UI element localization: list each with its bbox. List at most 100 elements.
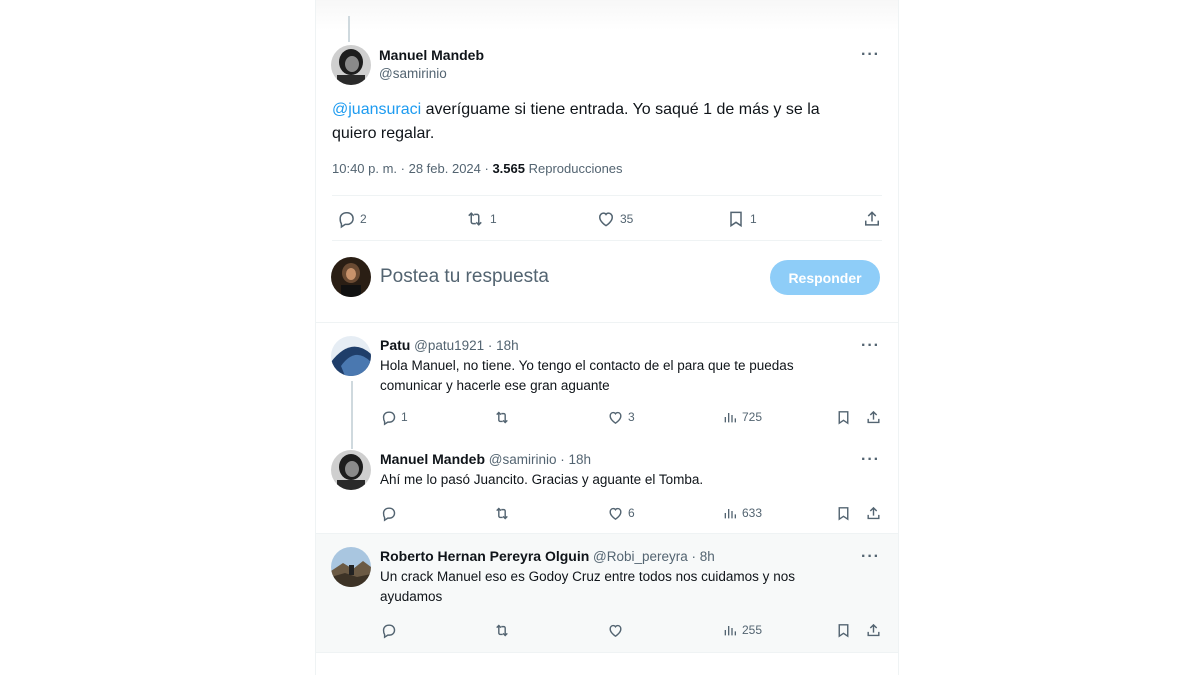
author-avatar[interactable] <box>331 45 371 85</box>
share-button[interactable] <box>862 209 882 229</box>
reply-avatar[interactable] <box>331 336 371 376</box>
share-icon <box>867 506 880 519</box>
views-icon <box>724 413 736 423</box>
reply-handle-time[interactable]: @samirinio · 18h <box>489 452 591 467</box>
like-count: 35 <box>620 212 634 226</box>
views-count: 255 <box>742 623 763 637</box>
reply-actions: 6 633 <box>380 503 882 523</box>
reply-text: Ahí me lo pasó Juancito. Gracias y aguan… <box>380 472 704 487</box>
retweet-button[interactable] <box>493 409 511 426</box>
reply-handle-time[interactable]: @patu1921 · 18h <box>414 338 519 353</box>
reply-handle-time[interactable]: @Robi_pereyra · 8h <box>593 549 715 564</box>
user-avatar[interactable] <box>331 257 371 297</box>
reply-button[interactable]: 2 <box>336 209 367 229</box>
share-button[interactable] <box>865 622 882 639</box>
views-label: Reproducciones <box>524 161 623 176</box>
reply-actions: 1 3 725 <box>380 407 882 427</box>
reply-button[interactable]: 1 <box>380 409 408 426</box>
author-name[interactable]: Manuel Mandeb <box>379 47 484 63</box>
mention-link[interactable]: @juansuraci <box>332 101 421 118</box>
reply-avatar[interactable] <box>331 450 371 490</box>
bookmark-button[interactable] <box>835 622 852 639</box>
views-button[interactable]: 255 <box>722 622 762 638</box>
views-icon <box>724 509 736 519</box>
like-icon <box>609 411 622 424</box>
reply-author-name[interactable]: Patu <box>380 337 410 353</box>
tweet-meta: 10:40 p. m. · 28 feb. 2024 · 3.565 Repro… <box>332 161 623 176</box>
tweet-column: Manuel Mandeb @samirinio ··· @juansuraci… <box>315 0 899 675</box>
bookmark-icon <box>838 410 849 424</box>
reply-submit-button[interactable]: Responder <box>770 260 880 295</box>
retweet-count: 1 <box>490 212 497 226</box>
reply-header: Roberto Hernan Pereyra Olguin @Robi_pere… <box>380 548 715 564</box>
share-icon <box>867 623 880 636</box>
reply-button[interactable] <box>380 505 397 522</box>
retweet-button[interactable] <box>493 505 511 522</box>
reply-count: 1 <box>401 410 408 424</box>
like-count: 3 <box>628 410 635 424</box>
bookmark-count: 1 <box>750 212 757 226</box>
more-icon[interactable]: ··· <box>861 337 880 355</box>
more-icon[interactable]: ··· <box>861 46 880 64</box>
views-button[interactable]: 633 <box>722 505 762 521</box>
divider <box>332 195 882 196</box>
reply-icon <box>339 212 354 229</box>
reply-actions: 255 <box>380 620 882 640</box>
reply-header: Patu @patu1921 · 18h <box>380 337 519 353</box>
author-handle[interactable]: @samirinio <box>379 66 447 81</box>
reply-icon <box>382 506 396 522</box>
reply-text: Hola Manuel, no tiene. Yo tengo el conta… <box>380 358 794 393</box>
reply-tweet[interactable]: Roberto Hernan Pereyra Olguin @Robi_pere… <box>316 534 898 652</box>
reply-avatar[interactable] <box>331 547 371 587</box>
bookmark-button[interactable] <box>835 505 852 522</box>
like-button[interactable]: 35 <box>596 209 633 229</box>
reply-tweet[interactable]: Patu @patu1921 · 18h ··· Hola Manuel, no… <box>316 323 898 449</box>
thread-line <box>348 16 350 42</box>
views-count: 3.565 <box>492 161 525 176</box>
like-button[interactable]: 3 <box>607 409 635 426</box>
bookmark-icon <box>838 623 849 637</box>
divider <box>316 652 898 653</box>
views-count: 633 <box>742 506 763 520</box>
main-actions: 2 1 35 1 <box>332 207 882 231</box>
tweet-text: @juansuraci averíguame si tiene entrada.… <box>332 98 862 146</box>
like-icon <box>598 212 614 227</box>
retweet-icon <box>496 411 508 423</box>
reply-tweet[interactable]: Manuel Mandeb @samirinio · 18h ··· Ahí m… <box>316 435 898 533</box>
reply-input[interactable]: Postea tu respuesta <box>380 266 549 288</box>
bookmark-button[interactable] <box>835 409 852 426</box>
retweet-icon <box>496 507 508 519</box>
reply-text: Un crack Manuel eso es Godoy Cruz entre … <box>380 569 795 604</box>
divider <box>332 240 882 241</box>
reply-icon <box>382 410 396 426</box>
share-icon <box>865 211 879 226</box>
timestamp[interactable]: 10:40 p. m. · 28 feb. 2024 · <box>332 161 492 176</box>
views-button[interactable]: 725 <box>722 409 762 425</box>
share-button[interactable] <box>865 409 882 426</box>
views-icon <box>724 626 736 636</box>
share-button[interactable] <box>865 505 882 522</box>
retweet-icon <box>468 212 482 226</box>
bookmark-icon <box>730 211 742 228</box>
retweet-button[interactable]: 1 <box>464 209 497 229</box>
views-count: 725 <box>742 410 763 424</box>
like-icon <box>609 507 622 520</box>
reply-author-name[interactable]: Manuel Mandeb <box>380 451 485 467</box>
bookmark-button[interactable]: 1 <box>726 209 757 229</box>
more-icon[interactable]: ··· <box>861 548 880 566</box>
reply-header: Manuel Mandeb @samirinio · 18h <box>380 451 591 467</box>
retweet-button[interactable] <box>493 622 511 639</box>
like-button[interactable] <box>607 622 624 639</box>
more-icon[interactable]: ··· <box>861 451 880 469</box>
reply-composer: Postea tu respuesta Responder <box>316 242 898 312</box>
reply-icon <box>382 623 396 639</box>
like-button[interactable]: 6 <box>607 505 635 522</box>
bookmark-icon <box>838 506 849 520</box>
like-count: 6 <box>628 506 635 520</box>
reply-button[interactable] <box>380 622 397 639</box>
reply-count: 2 <box>360 212 367 226</box>
share-icon <box>867 410 880 423</box>
reply-author-name[interactable]: Roberto Hernan Pereyra Olguin <box>380 548 589 564</box>
retweet-icon <box>496 624 508 636</box>
previous-tweet-fade <box>316 0 898 30</box>
